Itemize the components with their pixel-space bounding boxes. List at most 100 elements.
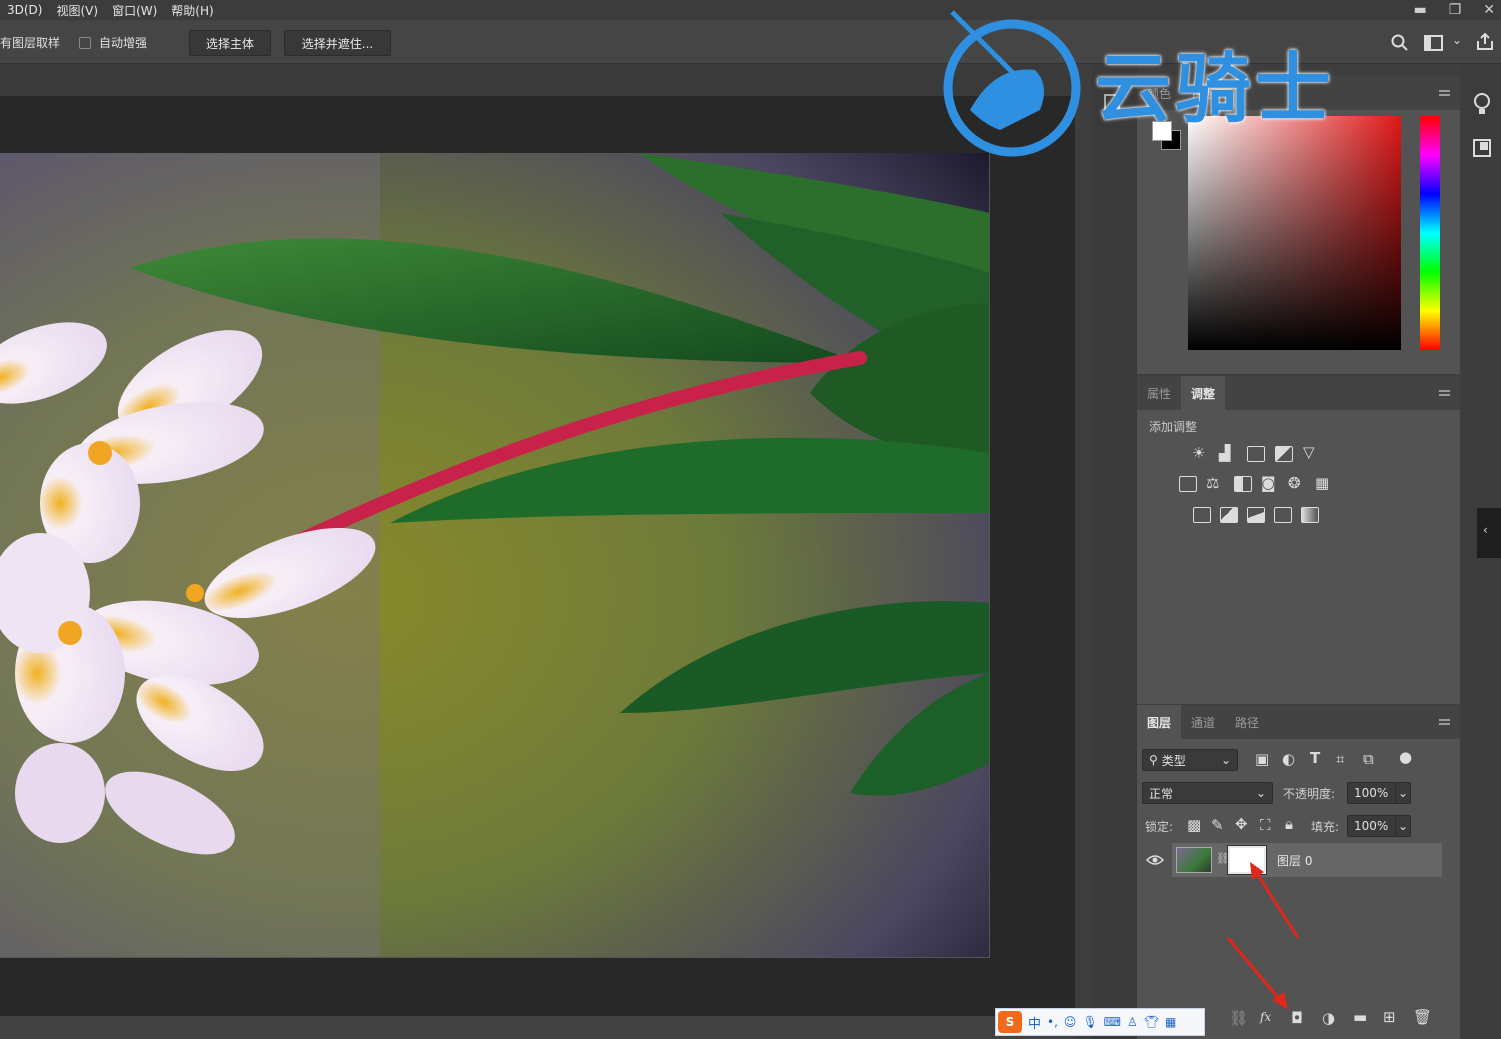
status-bar [0, 1016, 1075, 1039]
panel-menu-icon[interactable] [1439, 719, 1450, 725]
menu-help[interactable]: 帮助(H) [164, 2, 220, 19]
tab-layers[interactable]: 图层 [1137, 705, 1182, 739]
voice-icon[interactable]: 🎙︎ [1082, 1015, 1097, 1029]
workspace-icon[interactable] [1424, 34, 1444, 52]
panel-menu-icon[interactable] [1439, 390, 1450, 396]
pixel-filter-icon[interactable]: ▣ [1255, 750, 1269, 768]
menu-window[interactable]: 窗口(W) [105, 2, 164, 19]
menu-3d[interactable]: 3D(D) [0, 3, 49, 17]
ime-toolbar: S 中 •, ☺ 🎙︎ ⌨ ♙ 👕︎ ▦ [995, 1008, 1205, 1036]
adjustment-filter-icon[interactable]: ◐ [1282, 750, 1295, 768]
photo-filter-icon[interactable]: ◙ [1261, 474, 1276, 492]
hue-saturation-icon[interactable] [1179, 476, 1197, 492]
gradient-map-icon[interactable] [1301, 507, 1319, 523]
annotation-arrows [1226, 862, 1300, 1010]
collapsed-panel-strip [1092, 64, 1137, 1039]
black-white-icon[interactable] [1234, 476, 1252, 492]
channel-mixer-icon[interactable]: ❂ [1288, 474, 1301, 492]
color-lookup-icon[interactable]: ▦ [1315, 474, 1329, 492]
exposure-icon[interactable] [1275, 446, 1293, 462]
fill-label: 填充: [1311, 820, 1340, 834]
fill-input[interactable]: 100% [1347, 815, 1397, 837]
delete-icon[interactable]: 🗑︎ [1413, 1008, 1432, 1026]
group-folder-icon[interactable]: ▬ [1353, 1008, 1367, 1026]
blend-mode-value: 正常 [1149, 786, 1174, 801]
minimize-icon[interactable]: ▬ [1413, 2, 1426, 18]
auto-enhance-checkbox[interactable] [79, 37, 91, 49]
search-icon[interactable] [1391, 34, 1409, 52]
lock-image-icon[interactable]: ✎ [1211, 816, 1224, 834]
lock-transparent-icon[interactable]: ▩ [1187, 816, 1201, 834]
curves-icon[interactable] [1247, 446, 1265, 462]
blend-mode-select[interactable]: 正常 ⌄ [1142, 782, 1273, 804]
lock-all-icon[interactable]: 🔒︎ [1285, 815, 1293, 833]
ime-logo[interactable]: S [998, 1011, 1022, 1033]
color-balance-icon[interactable]: ⚖ [1206, 474, 1219, 492]
lock-label: 锁定: [1145, 820, 1174, 834]
document-tab-bar [0, 64, 1075, 96]
lock-artboard-icon[interactable]: ⛶ [1260, 816, 1271, 834]
hue-slider[interactable] [1420, 116, 1440, 350]
type-filter-icon[interactable]: T [1310, 749, 1320, 767]
adjustments-panel-header: 属性 调整 [1137, 376, 1460, 410]
color-field[interactable] [1188, 116, 1401, 350]
selective-color-icon[interactable] [1274, 507, 1292, 523]
chevron-down-icon[interactable]: ⌄ [1452, 33, 1462, 47]
menu-view[interactable]: 视图(V) [49, 2, 105, 19]
collapse-toggle[interactable]: ‹ [1477, 508, 1501, 558]
punctuation-icon[interactable]: •, [1047, 1015, 1058, 1029]
tab-channels[interactable]: 通道 [1181, 705, 1225, 739]
brightness-contrast-icon[interactable]: ☀ [1192, 444, 1205, 462]
lock-position-icon[interactable]: ✥ [1235, 815, 1248, 833]
user-icon[interactable]: ♙ [1127, 1015, 1138, 1029]
layers-panel-header: 图层 通道 路径 [1137, 705, 1460, 739]
fill-dropdown[interactable]: ⌄ [1395, 815, 1411, 837]
watermark-logo [940, 10, 1085, 160]
chevron-down-icon: ⌄ [1255, 786, 1266, 800]
libraries-icon[interactable] [1472, 138, 1492, 158]
knight-logo-icon [943, 10, 1081, 157]
skin-icon[interactable]: 👕︎ [1144, 1015, 1159, 1029]
adjustments-panel: 属性 调整 添加调整 ☀ ▟ ▽ ⚖ ◙ ❂ ▦ [1137, 376, 1460, 704]
close-icon[interactable]: ✕ [1483, 2, 1495, 18]
adjustment-layer-icon[interactable]: ◑ [1322, 1009, 1335, 1027]
foreground-swatch[interactable] [1152, 121, 1172, 141]
layer-filter-select[interactable]: ⚲ 类型 ⌄ [1142, 749, 1238, 771]
levels-icon[interactable]: ▟ [1219, 444, 1231, 462]
window-controls: ▬ ❐ ✕ [1413, 0, 1495, 20]
lightbulb-icon[interactable] [1472, 92, 1492, 118]
tab-properties[interactable]: 属性 [1137, 376, 1181, 410]
menu-bar: 3D(D) 视图(V) 窗口(W) 帮助(H) [0, 0, 1501, 20]
posterize-icon[interactable] [1220, 507, 1238, 523]
emoji-icon[interactable]: ☺ [1064, 1015, 1077, 1029]
keyboard-icon[interactable]: ⌨ [1104, 1015, 1121, 1029]
share-icon[interactable] [1475, 32, 1495, 52]
select-subject-button[interactable]: 选择主体 [189, 30, 271, 56]
new-layer-icon[interactable]: ⊞ [1383, 1008, 1396, 1026]
filter-toggle-icon[interactable]: ● [1399, 748, 1412, 766]
opacity-input[interactable]: 100% [1347, 782, 1397, 804]
eye-icon[interactable] [1146, 853, 1164, 867]
select-and-mask-button[interactable]: 选择并遮住... [284, 30, 391, 56]
panel-menu-icon[interactable] [1439, 90, 1450, 96]
add-adjustment-heading: 添加调整 [1149, 420, 1198, 434]
invert-icon[interactable] [1193, 507, 1211, 523]
chevron-left-icon: ‹ [1483, 523, 1488, 537]
grid-icon[interactable]: ▦ [1165, 1015, 1176, 1029]
restore-icon[interactable]: ❐ [1449, 2, 1462, 18]
shape-filter-icon[interactable]: ⌗ [1336, 750, 1344, 768]
icon-strip: ‹ [1462, 64, 1501, 1039]
vibrance-icon[interactable]: ▽ [1303, 443, 1315, 461]
auto-enhance-label: 自动增强 [99, 36, 148, 50]
opacity-label: 不透明度: [1283, 787, 1336, 801]
smart-object-filter-icon[interactable]: ⧉ [1363, 750, 1374, 768]
ime-mode[interactable]: 中 [1028, 1013, 1041, 1032]
tab-paths[interactable]: 路径 [1225, 705, 1269, 739]
canvas-image[interactable] [0, 153, 990, 958]
opacity-dropdown[interactable]: ⌄ [1395, 782, 1411, 804]
threshold-icon[interactable] [1247, 507, 1265, 523]
tab-adjustments[interactable]: 调整 [1181, 376, 1226, 410]
sample-all-layers-label: 有图层取样 [0, 36, 61, 50]
layer-filter-label: 类型 [1161, 753, 1186, 768]
layer-thumbnail [1176, 847, 1212, 873]
